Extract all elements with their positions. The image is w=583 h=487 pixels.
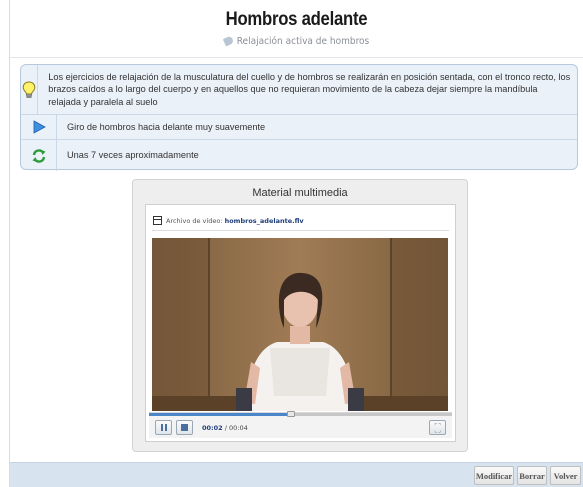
video-frame-image [152, 238, 448, 411]
lightbulb-icon [22, 80, 36, 98]
instructions-box: Los ejercicios de relajación de la muscu… [20, 64, 578, 171]
page-header: Hombros adelante Relajación activa de ho… [10, 8, 583, 58]
instruction-icon-cell [21, 115, 57, 139]
footer-bar: Modificar Borrar Volver [10, 462, 583, 487]
instruction-text: Unas 7 veces aproximadamente [67, 150, 199, 161]
multimedia-title: Material multimedia [252, 187, 348, 199]
file-info: Archivo de vídeo: hombros_adelante.flv [153, 216, 304, 225]
pause-button[interactable] [155, 420, 172, 435]
time-total: 00:04 [229, 424, 248, 432]
stop-icon [181, 424, 188, 431]
play-arrow-icon [33, 120, 46, 134]
instruction-icon-cell [21, 140, 57, 171]
progress-fill [149, 413, 291, 416]
back-button[interactable]: Volver [550, 466, 581, 485]
progress-bar[interactable] [149, 411, 452, 417]
pause-icon [160, 424, 167, 431]
divider [152, 230, 449, 231]
instruction-row: Unas 7 veces aproximadamente [21, 140, 577, 171]
instruction-text: Los ejercicios de relajación de la muscu… [48, 71, 571, 107]
fullscreen-icon: ⌜⌝ ⌞⌟ [433, 421, 442, 434]
progress-handle[interactable] [287, 411, 295, 417]
video-controls: 00:02 / 00:04 ⌜⌝ ⌞⌟ [149, 411, 452, 438]
multimedia-panel: Material multimedia Archivo de vídeo: ho… [132, 179, 468, 452]
instruction-row: Giro de hombros hacia delante muy suavem… [21, 115, 577, 140]
film-icon [153, 216, 162, 225]
file-name: hombros_adelante.flv [224, 217, 304, 225]
stop-button[interactable] [176, 420, 193, 435]
instruction-icon-cell [21, 65, 39, 114]
repeat-arrows-icon [32, 148, 45, 163]
instruction-text: Giro de hombros hacia delante muy suavem… [67, 121, 266, 132]
video-player[interactable] [152, 238, 448, 411]
time-display: 00:02 / 00:04 [202, 424, 248, 432]
instruction-row: Los ejercicios de relajación de la muscu… [21, 65, 577, 115]
delete-button[interactable]: Borrar [517, 466, 547, 485]
video-frame: Archivo de vídeo: hombros_adelante.flv 0… [145, 204, 456, 442]
modify-button[interactable]: Modificar [474, 466, 514, 485]
fullscreen-button[interactable]: ⌜⌝ ⌞⌟ [429, 420, 446, 435]
time-current: 00:02 [202, 424, 223, 432]
file-label: Archivo de vídeo: [166, 217, 223, 225]
subtitle-text: Relajación activa de hombros [236, 36, 370, 47]
tag-icon [222, 35, 235, 47]
page-subtitle: Relajación activa de hombros [10, 35, 583, 47]
page-title: Hombros adelante [225, 9, 368, 30]
